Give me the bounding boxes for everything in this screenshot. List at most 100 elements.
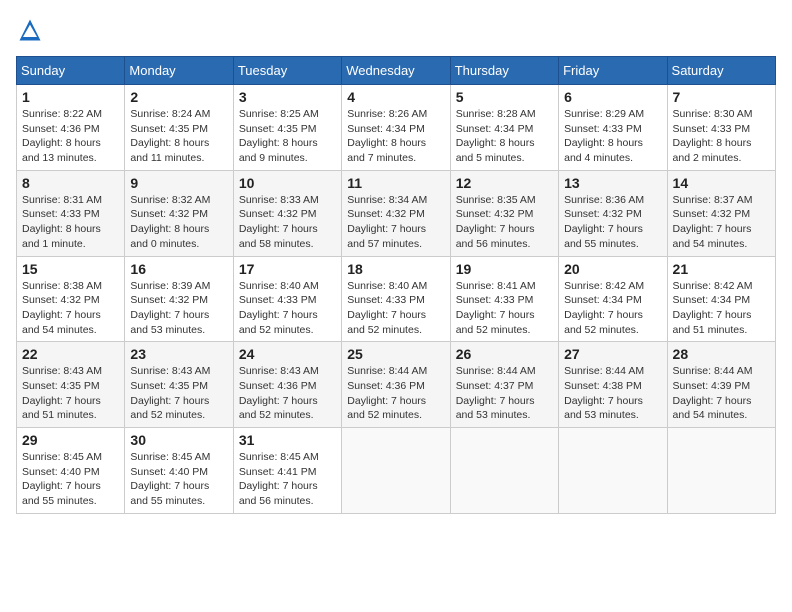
day-number: 13 — [564, 175, 661, 191]
day-number: 29 — [22, 432, 119, 448]
day-info: Sunrise: 8:37 AMSunset: 4:32 PMDaylight:… — [673, 193, 770, 252]
calendar-cell: 25 Sunrise: 8:44 AMSunset: 4:36 PMDaylig… — [342, 342, 450, 428]
day-info: Sunrise: 8:31 AMSunset: 4:33 PMDaylight:… — [22, 193, 119, 252]
day-number: 8 — [22, 175, 119, 191]
calendar-week-row: 8 Sunrise: 8:31 AMSunset: 4:33 PMDayligh… — [17, 170, 776, 256]
calendar-cell: 11 Sunrise: 8:34 AMSunset: 4:32 PMDaylig… — [342, 170, 450, 256]
calendar-cell: 24 Sunrise: 8:43 AMSunset: 4:36 PMDaylig… — [233, 342, 341, 428]
day-number: 18 — [347, 261, 444, 277]
day-info: Sunrise: 8:33 AMSunset: 4:32 PMDaylight:… — [239, 193, 336, 252]
logo — [16, 16, 48, 44]
logo-icon — [16, 16, 44, 44]
day-number: 20 — [564, 261, 661, 277]
day-number: 12 — [456, 175, 553, 191]
day-number: 6 — [564, 89, 661, 105]
day-info: Sunrise: 8:44 AMSunset: 4:37 PMDaylight:… — [456, 364, 553, 423]
day-info: Sunrise: 8:26 AMSunset: 4:34 PMDaylight:… — [347, 107, 444, 166]
calendar-cell: 26 Sunrise: 8:44 AMSunset: 4:37 PMDaylig… — [450, 342, 558, 428]
day-number: 4 — [347, 89, 444, 105]
calendar-week-row: 22 Sunrise: 8:43 AMSunset: 4:35 PMDaylig… — [17, 342, 776, 428]
calendar-cell: 13 Sunrise: 8:36 AMSunset: 4:32 PMDaylig… — [559, 170, 667, 256]
day-number: 15 — [22, 261, 119, 277]
calendar-cell: 3 Sunrise: 8:25 AMSunset: 4:35 PMDayligh… — [233, 85, 341, 171]
day-number: 2 — [130, 89, 227, 105]
day-number: 3 — [239, 89, 336, 105]
calendar-cell: 4 Sunrise: 8:26 AMSunset: 4:34 PMDayligh… — [342, 85, 450, 171]
day-info: Sunrise: 8:40 AMSunset: 4:33 PMDaylight:… — [239, 279, 336, 338]
calendar-cell: 9 Sunrise: 8:32 AMSunset: 4:32 PMDayligh… — [125, 170, 233, 256]
day-info: Sunrise: 8:41 AMSunset: 4:33 PMDaylight:… — [456, 279, 553, 338]
day-number: 9 — [130, 175, 227, 191]
calendar-cell: 15 Sunrise: 8:38 AMSunset: 4:32 PMDaylig… — [17, 256, 125, 342]
day-number: 26 — [456, 346, 553, 362]
day-info: Sunrise: 8:25 AMSunset: 4:35 PMDaylight:… — [239, 107, 336, 166]
day-info: Sunrise: 8:28 AMSunset: 4:34 PMDaylight:… — [456, 107, 553, 166]
day-info: Sunrise: 8:35 AMSunset: 4:32 PMDaylight:… — [456, 193, 553, 252]
day-number: 1 — [22, 89, 119, 105]
day-number: 25 — [347, 346, 444, 362]
day-number: 10 — [239, 175, 336, 191]
day-info: Sunrise: 8:42 AMSunset: 4:34 PMDaylight:… — [673, 279, 770, 338]
calendar-cell: 31 Sunrise: 8:45 AMSunset: 4:41 PMDaylig… — [233, 428, 341, 514]
day-number: 27 — [564, 346, 661, 362]
calendar-cell: 29 Sunrise: 8:45 AMSunset: 4:40 PMDaylig… — [17, 428, 125, 514]
day-info: Sunrise: 8:24 AMSunset: 4:35 PMDaylight:… — [130, 107, 227, 166]
day-info: Sunrise: 8:44 AMSunset: 4:38 PMDaylight:… — [564, 364, 661, 423]
day-info: Sunrise: 8:29 AMSunset: 4:33 PMDaylight:… — [564, 107, 661, 166]
day-number: 24 — [239, 346, 336, 362]
calendar-cell: 10 Sunrise: 8:33 AMSunset: 4:32 PMDaylig… — [233, 170, 341, 256]
day-number: 30 — [130, 432, 227, 448]
calendar-cell: 27 Sunrise: 8:44 AMSunset: 4:38 PMDaylig… — [559, 342, 667, 428]
calendar-cell: 30 Sunrise: 8:45 AMSunset: 4:40 PMDaylig… — [125, 428, 233, 514]
day-info: Sunrise: 8:45 AMSunset: 4:41 PMDaylight:… — [239, 450, 336, 509]
calendar-cell: 18 Sunrise: 8:40 AMSunset: 4:33 PMDaylig… — [342, 256, 450, 342]
calendar-cell — [559, 428, 667, 514]
calendar-cell: 1 Sunrise: 8:22 AMSunset: 4:36 PMDayligh… — [17, 85, 125, 171]
day-number: 7 — [673, 89, 770, 105]
page-header — [16, 16, 776, 44]
calendar-cell — [450, 428, 558, 514]
day-number: 5 — [456, 89, 553, 105]
day-of-week-header: Wednesday — [342, 57, 450, 85]
day-info: Sunrise: 8:30 AMSunset: 4:33 PMDaylight:… — [673, 107, 770, 166]
day-info: Sunrise: 8:34 AMSunset: 4:32 PMDaylight:… — [347, 193, 444, 252]
day-of-week-header: Friday — [559, 57, 667, 85]
calendar-week-row: 1 Sunrise: 8:22 AMSunset: 4:36 PMDayligh… — [17, 85, 776, 171]
calendar-cell: 19 Sunrise: 8:41 AMSunset: 4:33 PMDaylig… — [450, 256, 558, 342]
day-number: 28 — [673, 346, 770, 362]
calendar-cell: 6 Sunrise: 8:29 AMSunset: 4:33 PMDayligh… — [559, 85, 667, 171]
calendar-cell — [342, 428, 450, 514]
day-number: 22 — [22, 346, 119, 362]
day-of-week-header: Thursday — [450, 57, 558, 85]
day-number: 21 — [673, 261, 770, 277]
day-info: Sunrise: 8:36 AMSunset: 4:32 PMDaylight:… — [564, 193, 661, 252]
day-info: Sunrise: 8:45 AMSunset: 4:40 PMDaylight:… — [22, 450, 119, 509]
day-number: 17 — [239, 261, 336, 277]
calendar-week-row: 29 Sunrise: 8:45 AMSunset: 4:40 PMDaylig… — [17, 428, 776, 514]
calendar-cell: 5 Sunrise: 8:28 AMSunset: 4:34 PMDayligh… — [450, 85, 558, 171]
day-number: 11 — [347, 175, 444, 191]
day-number: 16 — [130, 261, 227, 277]
day-info: Sunrise: 8:44 AMSunset: 4:36 PMDaylight:… — [347, 364, 444, 423]
day-info: Sunrise: 8:38 AMSunset: 4:32 PMDaylight:… — [22, 279, 119, 338]
calendar-cell: 7 Sunrise: 8:30 AMSunset: 4:33 PMDayligh… — [667, 85, 775, 171]
day-number: 31 — [239, 432, 336, 448]
calendar-cell: 14 Sunrise: 8:37 AMSunset: 4:32 PMDaylig… — [667, 170, 775, 256]
day-of-week-header: Tuesday — [233, 57, 341, 85]
calendar-cell: 21 Sunrise: 8:42 AMSunset: 4:34 PMDaylig… — [667, 256, 775, 342]
day-info: Sunrise: 8:43 AMSunset: 4:35 PMDaylight:… — [22, 364, 119, 423]
day-info: Sunrise: 8:44 AMSunset: 4:39 PMDaylight:… — [673, 364, 770, 423]
calendar-cell: 23 Sunrise: 8:43 AMSunset: 4:35 PMDaylig… — [125, 342, 233, 428]
day-number: 23 — [130, 346, 227, 362]
calendar-week-row: 15 Sunrise: 8:38 AMSunset: 4:32 PMDaylig… — [17, 256, 776, 342]
day-of-week-header: Sunday — [17, 57, 125, 85]
day-info: Sunrise: 8:45 AMSunset: 4:40 PMDaylight:… — [130, 450, 227, 509]
calendar-cell: 2 Sunrise: 8:24 AMSunset: 4:35 PMDayligh… — [125, 85, 233, 171]
calendar-cell: 20 Sunrise: 8:42 AMSunset: 4:34 PMDaylig… — [559, 256, 667, 342]
day-info: Sunrise: 8:43 AMSunset: 4:35 PMDaylight:… — [130, 364, 227, 423]
day-number: 19 — [456, 261, 553, 277]
day-info: Sunrise: 8:32 AMSunset: 4:32 PMDaylight:… — [130, 193, 227, 252]
calendar-cell: 17 Sunrise: 8:40 AMSunset: 4:33 PMDaylig… — [233, 256, 341, 342]
day-info: Sunrise: 8:22 AMSunset: 4:36 PMDaylight:… — [22, 107, 119, 166]
calendar-cell — [667, 428, 775, 514]
